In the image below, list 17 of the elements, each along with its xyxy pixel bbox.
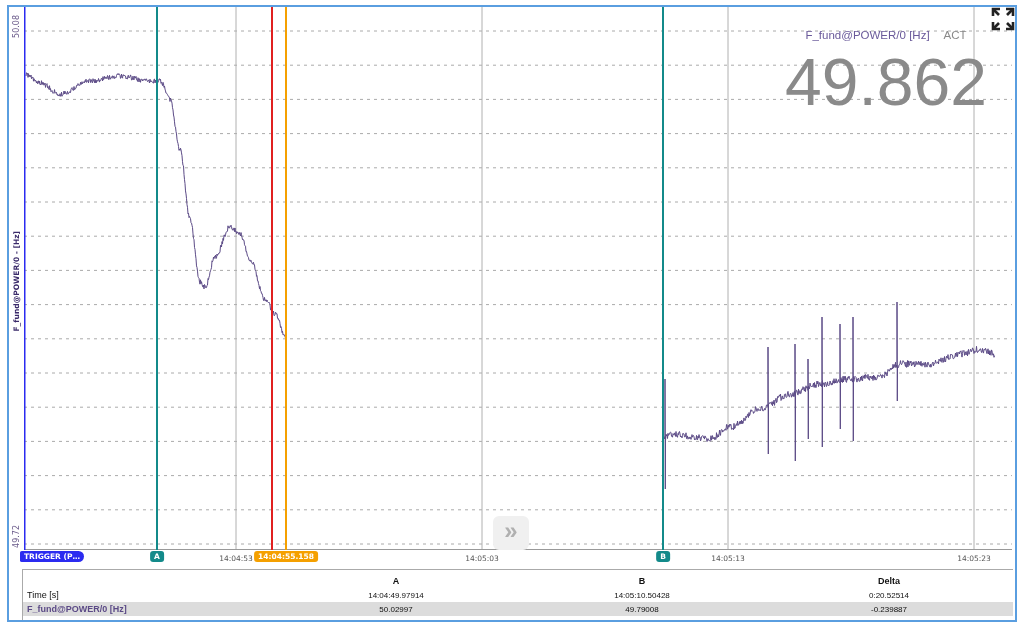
table-cell-text: 14:04:49.97914: [367, 590, 425, 600]
table-cell-text: -0.239887: [870, 604, 908, 614]
channel-name: F_fund@POWER/0 [Hz]: [805, 29, 930, 41]
axis-min-label: 49.72: [12, 525, 21, 548]
axis-max-label: 50.08: [12, 15, 21, 38]
column-header: Delta: [877, 576, 901, 586]
table-cell-text: 0:20.52514: [867, 590, 910, 600]
row-label: F_fund@POWER/0 [Hz]: [26, 604, 128, 614]
table-cell-text: 14:05:10.50428: [613, 590, 671, 600]
table-cell-text: 49.79008: [624, 604, 660, 614]
table-cell-text: 50.02997: [378, 604, 414, 614]
row-label: Time [s]: [26, 590, 60, 600]
value-readout: 49.862: [785, 49, 987, 115]
column-header: A: [391, 576, 401, 586]
expand-icon[interactable]: [991, 7, 1015, 31]
mode-label: ACT: [943, 29, 967, 41]
column-header: B: [637, 576, 647, 586]
